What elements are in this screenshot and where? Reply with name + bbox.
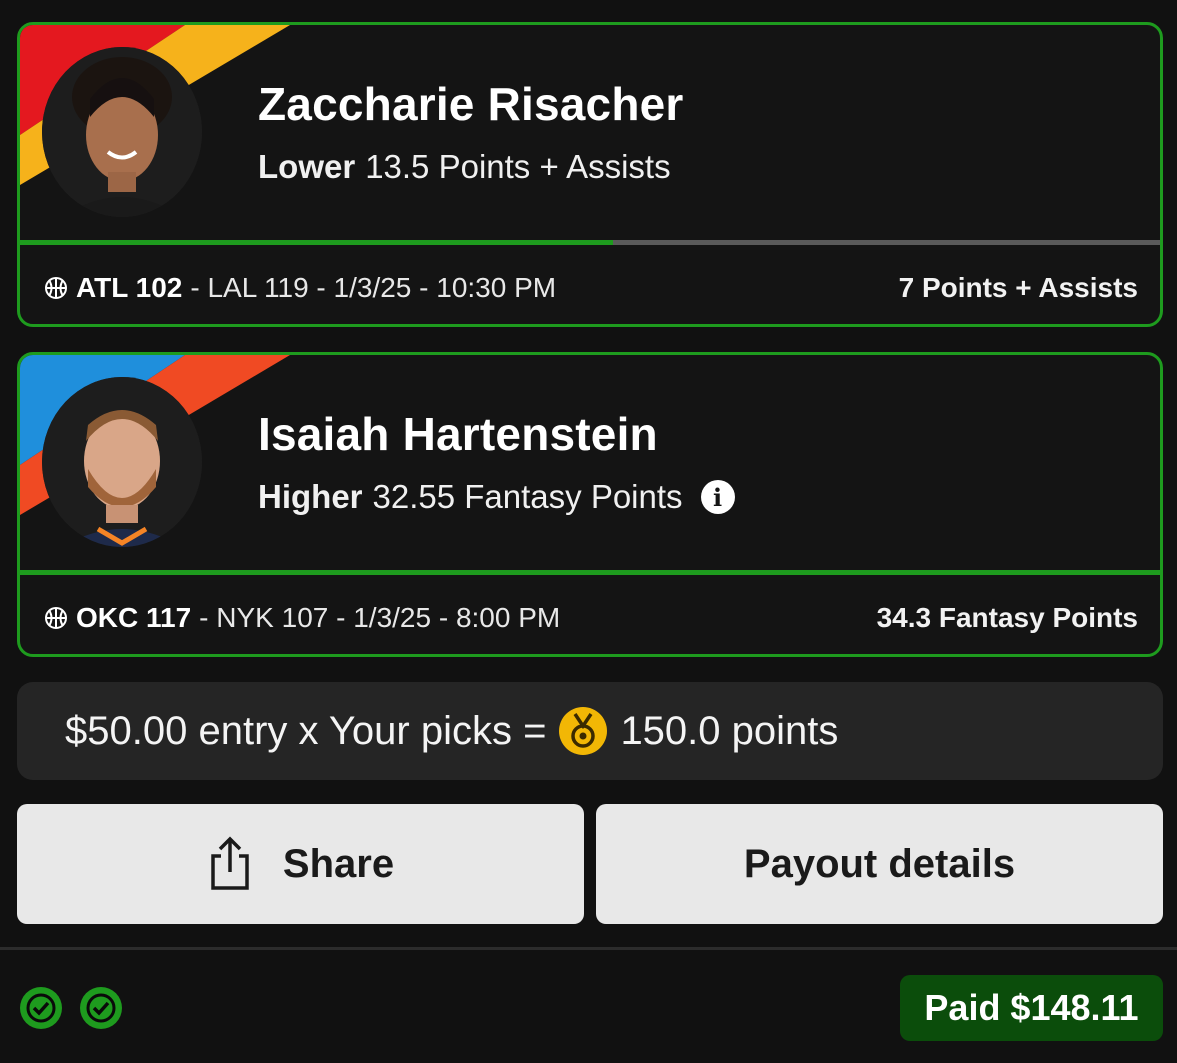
game-info: ATL 102 - LAL 119 - 1/3/25 - 10:30 PM	[44, 272, 556, 304]
result-stat: 7 Points + Assists	[898, 271, 1138, 303]
pick-card-header: Isaiah Hartenstein Higher 32.55 Fantasy …	[20, 355, 1160, 570]
game-row: ATL 102 - LAL 119 - 1/3/25 - 10:30 PM 7 …	[20, 245, 1160, 324]
pick-line: Higher 32.55 Fantasy Points i	[258, 478, 735, 516]
pick-stat-line: 32.55 Fantasy Points	[372, 478, 683, 515]
player-avatar	[42, 377, 202, 547]
entry-summary: $50.00 entry x Your picks = 150.0 points	[17, 682, 1163, 780]
game-info: OKC 117 - NYK 107 - 1/3/25 - 8:00 PM	[44, 602, 560, 634]
entry-detail-page: Zaccharie Risacher Lower 13.5 Points + A…	[0, 0, 1177, 1063]
check-circle-icon	[80, 987, 122, 1029]
check-circle-icon	[20, 987, 62, 1029]
game-details: - NYK 107 - 1/3/25 - 8:00 PM	[199, 601, 561, 633]
share-label: Share	[282, 841, 395, 886]
player-name: Zaccharie Risacher	[258, 78, 684, 130]
medal-icon	[559, 707, 608, 755]
pick-card[interactable]: Zaccharie Risacher Lower 13.5 Points + A…	[17, 22, 1163, 327]
payout-details-button[interactable]: Payout details	[596, 804, 1163, 924]
footer-divider	[0, 947, 1177, 950]
share-button[interactable]: Share	[17, 804, 584, 924]
pick-card-header: Zaccharie Risacher Lower 13.5 Points + A…	[20, 25, 1160, 240]
info-icon[interactable]: i	[700, 480, 735, 514]
home-team-score: OKC 117	[76, 601, 192, 633]
basketball-icon	[45, 606, 67, 629]
player-name: Isaiah Hartenstein	[258, 408, 658, 460]
paid-badge: Paid $148.11	[900, 975, 1163, 1041]
basketball-icon	[45, 276, 67, 299]
pick-direction: Lower	[258, 148, 356, 185]
pick-stat-line: 13.5 Points + Assists	[365, 148, 671, 185]
player-avatar	[42, 47, 202, 217]
pick-direction: Higher	[258, 478, 363, 515]
entry-points: 150.0 points	[620, 708, 839, 753]
game-details: - LAL 119 - 1/3/25 - 10:30 PM	[190, 271, 557, 303]
pick-line: Lower 13.5 Points + Assists	[258, 148, 671, 186]
home-team-score: ATL 102	[76, 271, 183, 303]
entry-formula: $50.00 entry x Your picks =	[65, 708, 547, 753]
share-icon	[211, 836, 249, 890]
pick-card[interactable]: Isaiah Hartenstein Higher 32.55 Fantasy …	[17, 352, 1163, 657]
payout-label: Payout details	[743, 841, 1016, 886]
result-stat: 34.3 Fantasy Points	[876, 601, 1138, 633]
game-row: OKC 117 - NYK 107 - 1/3/25 - 8:00 PM 34.…	[20, 575, 1160, 654]
